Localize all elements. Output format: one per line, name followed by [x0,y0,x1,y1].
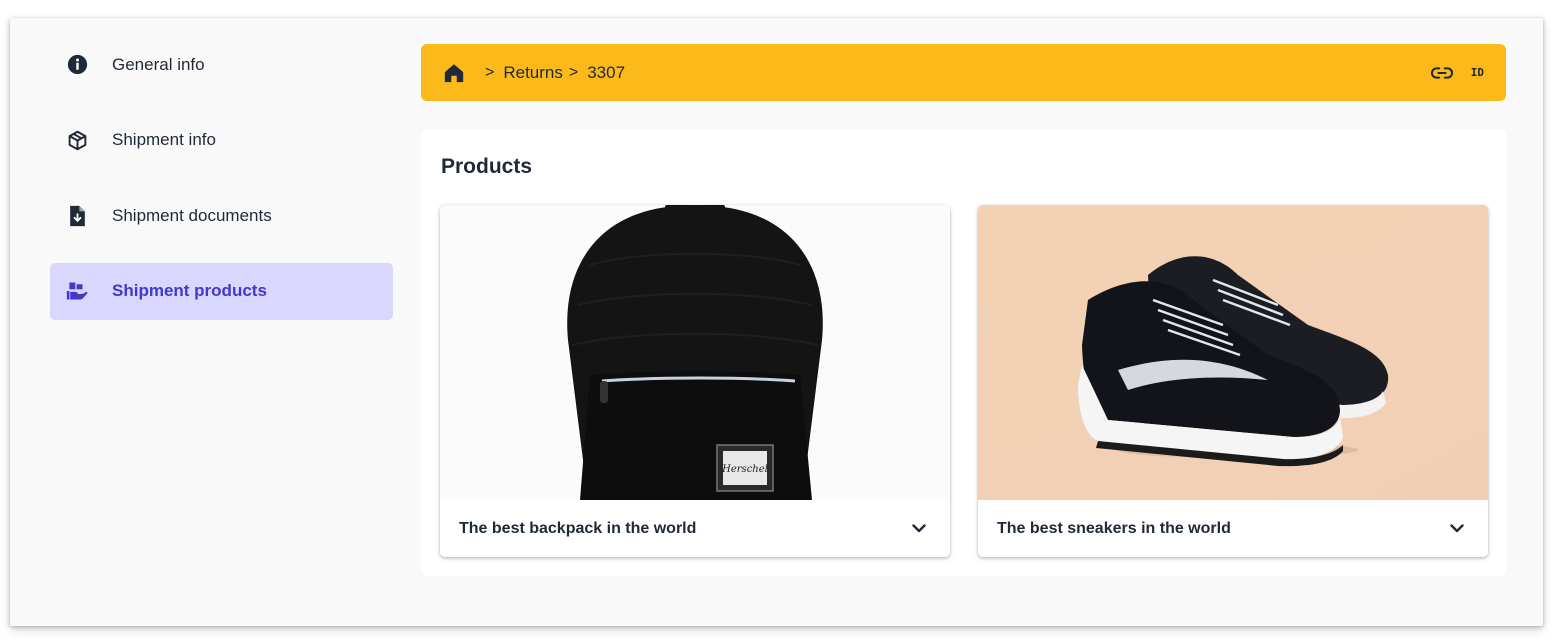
product-title: The best sneakers in the world [997,519,1231,537]
file-download-icon [66,205,88,227]
sidebar-item-general-info[interactable]: General info [50,36,393,93]
id-icon[interactable]: ID [1471,66,1484,79]
sidebar-item-label: General info [112,54,205,74]
breadcrumb-actions: ID [1430,66,1484,80]
sidebar-item-label: Shipment products [112,281,267,300]
product-card-footer: The best sneakers in the world [978,500,1488,557]
backpack-image: Herschel [440,205,950,500]
product-card-footer: The best backpack in the world [440,500,950,557]
sneakers-image [978,205,1488,500]
sidebar-item-label: Shipment documents [112,205,272,225]
package-icon [66,129,88,151]
sidebar: General info Shipment info Shipment docu… [50,36,393,338]
product-title: The best backpack in the world [459,519,697,537]
breadcrumb: > Returns > 3307 ID [421,44,1506,101]
products-title: Products [441,155,533,178]
sidebar-item-shipment-products[interactable]: Shipment products [50,262,393,320]
breadcrumb-item-current: 3307 [587,62,626,82]
sidebar-item-shipment-documents[interactable]: Shipment documents [50,187,393,244]
hand-boxes-icon [66,280,88,302]
breadcrumb-item-returns[interactable]: Returns [503,63,563,83]
app-window: General info Shipment info Shipment docu… [10,18,1543,626]
breadcrumb-separator: > [568,63,579,81]
link-icon[interactable] [1430,66,1453,80]
product-card-sneakers[interactable]: The best sneakers in the world [978,205,1488,557]
info-circle-icon [66,54,88,76]
sidebar-item-shipment-info[interactable]: Shipment info [50,112,393,169]
product-card-backpack[interactable]: Herschel The best backpack in the world [440,205,950,557]
svg-text:Herschel: Herschel [721,464,768,475]
chevron-down-icon[interactable] [912,524,926,533]
chevron-down-icon[interactable] [1450,524,1464,533]
breadcrumb-separator: > [485,63,495,81]
home-icon[interactable] [443,61,467,85]
sidebar-item-label: Shipment info [112,130,216,149]
products-panel: Products Herschel The best backpack in t… [421,129,1506,576]
